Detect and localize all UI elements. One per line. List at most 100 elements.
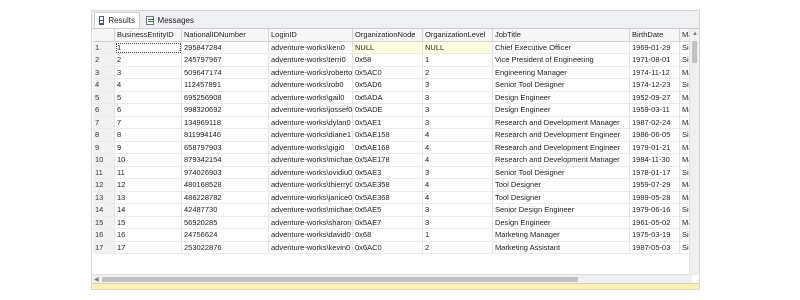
table-cell[interactable]: 253022876	[182, 241, 269, 254]
table-cell[interactable]: 0x5AE7	[353, 216, 423, 229]
table-cell[interactable]: adventure-works\thierry0	[269, 179, 353, 192]
table-cell[interactable]: adventure-works\dylan0	[269, 116, 353, 129]
table-cell[interactable]: 3	[423, 216, 493, 229]
row-number[interactable]: 9	[93, 141, 115, 154]
column-header[interactable]: LoginID	[269, 29, 353, 42]
header-row[interactable]: BusinessEntityID NationalIDNumber LoginID O…	[93, 29, 699, 42]
table-cell[interactable]: 3	[423, 116, 493, 129]
table-cell[interactable]: 3	[423, 104, 493, 117]
table-row[interactable]: 9 9 658797903 adventure-works\gigi0 0x5AE168…	[93, 141, 699, 154]
table-cell[interactable]: 134969118	[182, 116, 269, 129]
tab-messages[interactable]: Messages	[142, 12, 198, 28]
table-cell[interactable]: adventure-works\kevin0	[269, 241, 353, 254]
table-cell[interactable]: Research and Development Engineer	[493, 141, 630, 154]
table-row[interactable]: 12 12 480168528 adventure-works\thierry0 0x5…	[93, 179, 699, 192]
column-header[interactable]: OrganizationLevel	[423, 29, 493, 42]
table-cell[interactable]: Chief Executive Officer	[493, 41, 630, 54]
table-cell[interactable]: 0x5AE358	[353, 179, 423, 192]
table-cell[interactable]: Marketing Manager	[493, 229, 630, 242]
table-cell[interactable]: 1952-09-27	[630, 91, 680, 104]
row-number[interactable]: 17	[93, 241, 115, 254]
table-row[interactable]: 1 1 295847284 adventure-works\ken0 NULL NULL C…	[93, 41, 699, 54]
table-row[interactable]: 7 7 134969118 adventure-works\dylan0 0x5AE1 3…	[93, 116, 699, 129]
table-cell[interactable]: Vice President of Engineering	[493, 54, 630, 67]
horizontal-scroll-thumb[interactable]	[102, 277, 578, 282]
table-cell[interactable]: Senior Tool Designer	[493, 79, 630, 92]
column-header[interactable]: NationalIDNumber	[182, 29, 269, 42]
table-cell[interactable]: 4	[423, 191, 493, 204]
table-cell[interactable]: 245797967	[182, 54, 269, 67]
table-cell[interactable]: 0x5AE5	[353, 204, 423, 217]
table-cell[interactable]: 0x6AC0	[353, 241, 423, 254]
table-cell[interactable]: adventure-works\david0	[269, 229, 353, 242]
table-cell[interactable]: adventure-works\ovidiu0	[269, 166, 353, 179]
table-cell[interactable]: 0x5AD6	[353, 79, 423, 92]
table-cell[interactable]: 24756624	[182, 229, 269, 242]
table-cell[interactable]: 7	[115, 116, 182, 129]
table-cell[interactable]: Marketing Assistant	[493, 241, 630, 254]
table-cell[interactable]: 0x5AC0	[353, 66, 423, 79]
table-cell[interactable]: adventure-works\rob0	[269, 79, 353, 92]
table-cell[interactable]: 4	[423, 179, 493, 192]
table-cell[interactable]: 1989-05-28	[630, 191, 680, 204]
table-row[interactable]: 16 16 24756624 adventure-works\david0 0x68 1 M…	[93, 229, 699, 242]
table-row[interactable]: 8 8 811994146 adventure-works\diane1 0x5AE15…	[93, 129, 699, 142]
table-row[interactable]: 13 13 486228782 adventure-works\janice0 0x5A…	[93, 191, 699, 204]
table-cell[interactable]: 0x5AE368	[353, 191, 423, 204]
table-cell[interactable]: 3	[423, 79, 493, 92]
table-cell[interactable]: 10	[115, 154, 182, 167]
table-cell[interactable]: Design Engineer	[493, 216, 630, 229]
row-number[interactable]: 1	[93, 41, 115, 54]
row-number[interactable]: 12	[93, 179, 115, 192]
table-cell[interactable]: 1975-03-19	[630, 229, 680, 242]
table-row[interactable]: 5 5 695256908 adventure-works\gail0 0x5ADA 3 D…	[93, 91, 699, 104]
table-cell[interactable]: adventure-works\janice0	[269, 191, 353, 204]
table-cell[interactable]: 0x5AE168	[353, 141, 423, 154]
row-number[interactable]: 3	[93, 66, 115, 79]
table-cell[interactable]: 8	[115, 129, 182, 142]
table-cell[interactable]: 3	[115, 66, 182, 79]
row-number[interactable]: 2	[93, 54, 115, 67]
table-cell[interactable]: adventure-works\gigi0	[269, 141, 353, 154]
table-row[interactable]: 10 10 879342154 adventure-works\michael6 0x5…	[93, 154, 699, 167]
table-cell[interactable]: 1959-03-11	[630, 104, 680, 117]
table-cell[interactable]: 4	[115, 79, 182, 92]
table-cell[interactable]: 1	[423, 229, 493, 242]
table-cell[interactable]: 4	[423, 141, 493, 154]
row-number[interactable]: 13	[93, 191, 115, 204]
table-cell[interactable]: 0x5AE1	[353, 116, 423, 129]
table-cell[interactable]: 295847284	[182, 41, 269, 54]
table-cell[interactable]: 1	[423, 54, 493, 67]
table-cell[interactable]: adventure-works\diane1	[269, 129, 353, 142]
table-cell[interactable]: 1969-01-29	[630, 41, 680, 54]
corner-header[interactable]	[93, 29, 115, 42]
table-cell[interactable]: 0x5ADA	[353, 91, 423, 104]
vertical-scrollbar[interactable]: ▲	[689, 29, 699, 275]
table-cell[interactable]: 14	[115, 204, 182, 217]
row-number[interactable]: 7	[93, 116, 115, 129]
table-cell[interactable]: 2	[423, 66, 493, 79]
table-cell[interactable]: 11	[115, 166, 182, 179]
table-cell[interactable]: 3	[423, 204, 493, 217]
table-cell[interactable]: 42487730	[182, 204, 269, 217]
table-cell[interactable]: Research and Development Manager	[493, 116, 630, 129]
table-cell[interactable]: adventure-works\michael6	[269, 154, 353, 167]
table-cell[interactable]: 2	[423, 241, 493, 254]
column-header[interactable]: BusinessEntityID	[115, 29, 182, 42]
table-cell[interactable]: NULL	[353, 41, 423, 54]
table-cell[interactable]: Tool Designer	[493, 191, 630, 204]
table-row[interactable]: 6 6 998320692 adventure-works\jossef0 0x5ADE…	[93, 104, 699, 117]
table-cell[interactable]: 1974-12-23	[630, 79, 680, 92]
table-cell[interactable]: 1979-01-21	[630, 141, 680, 154]
row-number[interactable]: 10	[93, 154, 115, 167]
table-cell[interactable]: 12	[115, 179, 182, 192]
column-header[interactable]: OrganizationNode	[353, 29, 423, 42]
table-cell[interactable]: 4	[423, 154, 493, 167]
table-cell[interactable]: 3	[423, 166, 493, 179]
table-cell[interactable]: NULL	[423, 41, 493, 54]
table-cell[interactable]: Senior Design Engineer	[493, 204, 630, 217]
table-cell[interactable]: 1987-05-03	[630, 241, 680, 254]
row-number[interactable]: 5	[93, 91, 115, 104]
table-cell[interactable]: 56920285	[182, 216, 269, 229]
table-row[interactable]: 17 17 253022876 adventure-works\kevin0 0x6AC…	[93, 241, 699, 254]
